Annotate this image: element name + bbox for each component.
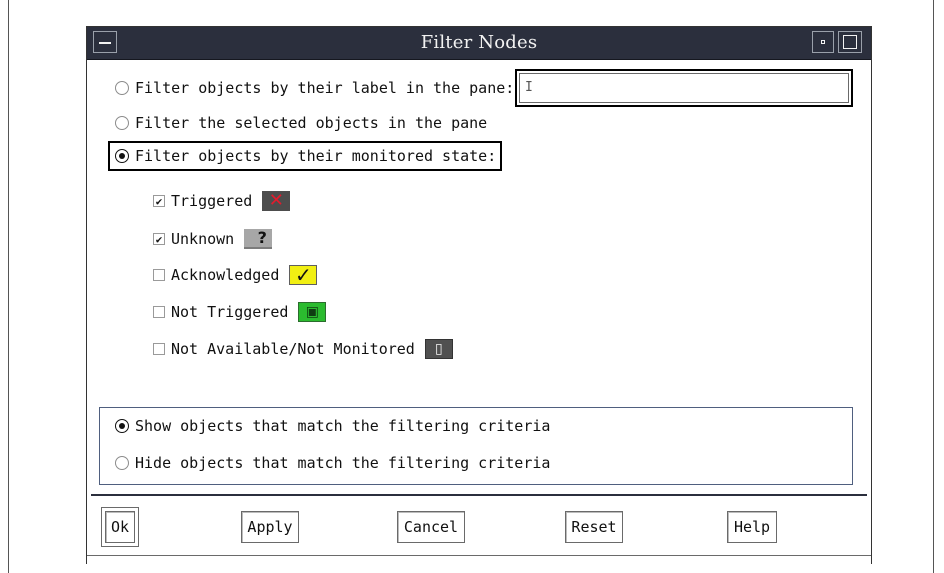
help-button[interactable]: Help bbox=[727, 511, 777, 543]
filter-selected-radio[interactable] bbox=[115, 116, 129, 130]
label-filter-input[interactable]: I bbox=[515, 69, 853, 107]
apply-button[interactable]: Apply bbox=[241, 511, 299, 543]
reset-button[interactable]: Reset bbox=[565, 511, 623, 543]
state-not-available-checkbox[interactable] bbox=[153, 343, 165, 355]
filter-selected-text: Filter the selected objects in the pane bbox=[135, 114, 488, 132]
show-matching-objects-text: Show objects that match the filtering cr… bbox=[135, 417, 551, 435]
window-bottom-edge bbox=[87, 555, 871, 564]
show-matching-objects-option[interactable]: Show objects that match the filtering cr… bbox=[115, 414, 550, 438]
button-separator bbox=[91, 494, 867, 496]
text-cursor-icon: I bbox=[525, 80, 533, 95]
window-menu-button[interactable] bbox=[93, 31, 117, 53]
acknowledged-state-icon: ✓ bbox=[289, 263, 318, 287]
state-not-available-label: Not Available/Not Monitored bbox=[171, 340, 415, 358]
unknown-state-icon: ? bbox=[244, 228, 273, 249]
red-x-icon: ✕ bbox=[268, 190, 284, 211]
state-not-triggered-checkbox[interactable] bbox=[153, 306, 165, 318]
state-triggered-row[interactable]: ✔ Triggered ✕ bbox=[153, 189, 291, 213]
state-unknown-row[interactable]: ✔ Unknown ? bbox=[153, 227, 273, 251]
filter-by-label-text: Filter objects by their label in the pan… bbox=[135, 79, 515, 97]
question-mark-icon: ? bbox=[257, 228, 267, 247]
state-acknowledged-row[interactable]: Acknowledged ✓ bbox=[153, 263, 318, 287]
filter-by-label-radio[interactable] bbox=[115, 81, 129, 95]
hide-matching-objects-text: Hide objects that match the filtering cr… bbox=[135, 454, 551, 472]
green-status-icon: ▣ bbox=[305, 304, 320, 320]
state-triggered-checkbox[interactable]: ✔ bbox=[153, 195, 165, 207]
filter-by-monitored-state-radio[interactable] bbox=[115, 149, 129, 163]
dialog-title: Filter Nodes bbox=[420, 32, 538, 53]
hide-matching-objects-radio[interactable] bbox=[115, 456, 129, 470]
state-acknowledged-label: Acknowledged bbox=[171, 266, 280, 284]
not-triggered-state-icon: ▣ bbox=[298, 302, 327, 322]
state-unknown-checkbox[interactable]: ✔ bbox=[153, 233, 165, 245]
state-not-triggered-row[interactable]: Not Triggered ▣ bbox=[153, 300, 327, 324]
cancel-button[interactable]: Cancel bbox=[397, 511, 465, 543]
state-acknowledged-checkbox[interactable] bbox=[153, 269, 165, 281]
minimize-button[interactable] bbox=[812, 31, 834, 53]
filter-by-label-option[interactable]: Filter objects by their label in the pan… bbox=[115, 76, 514, 100]
filter-by-monitored-state-option[interactable]: Filter objects by their monitored state: bbox=[115, 144, 496, 168]
monitor-off-icon: ▯ bbox=[434, 341, 443, 357]
show-matching-objects-radio[interactable] bbox=[115, 419, 129, 433]
state-unknown-label: Unknown bbox=[171, 230, 235, 248]
hide-matching-objects-option[interactable]: Hide objects that match the filtering cr… bbox=[115, 451, 550, 475]
state-not-triggered-label: Not Triggered bbox=[171, 303, 289, 321]
state-triggered-label: Triggered bbox=[171, 192, 253, 210]
ok-button[interactable]: Ok bbox=[101, 507, 139, 547]
maximize-button[interactable] bbox=[838, 31, 862, 53]
not-available-state-icon: ▯ bbox=[424, 339, 453, 359]
checkmark-icon: ✓ bbox=[294, 263, 312, 287]
state-not-available-row[interactable]: Not Available/Not Monitored ▯ bbox=[153, 337, 453, 361]
triggered-state-icon: ✕ bbox=[262, 190, 291, 211]
maximize-icon bbox=[843, 35, 857, 49]
minimize-icon bbox=[821, 40, 825, 44]
window-menu-icon bbox=[99, 42, 111, 44]
filter-nodes-dialog: Filter Nodes Filter objects by their lab… bbox=[86, 26, 872, 564]
filter-selected-option[interactable]: Filter the selected objects in the pane bbox=[115, 111, 487, 135]
title-bar: Filter Nodes bbox=[87, 27, 871, 60]
filter-by-monitored-state-text: Filter objects by their monitored state: bbox=[135, 147, 497, 165]
